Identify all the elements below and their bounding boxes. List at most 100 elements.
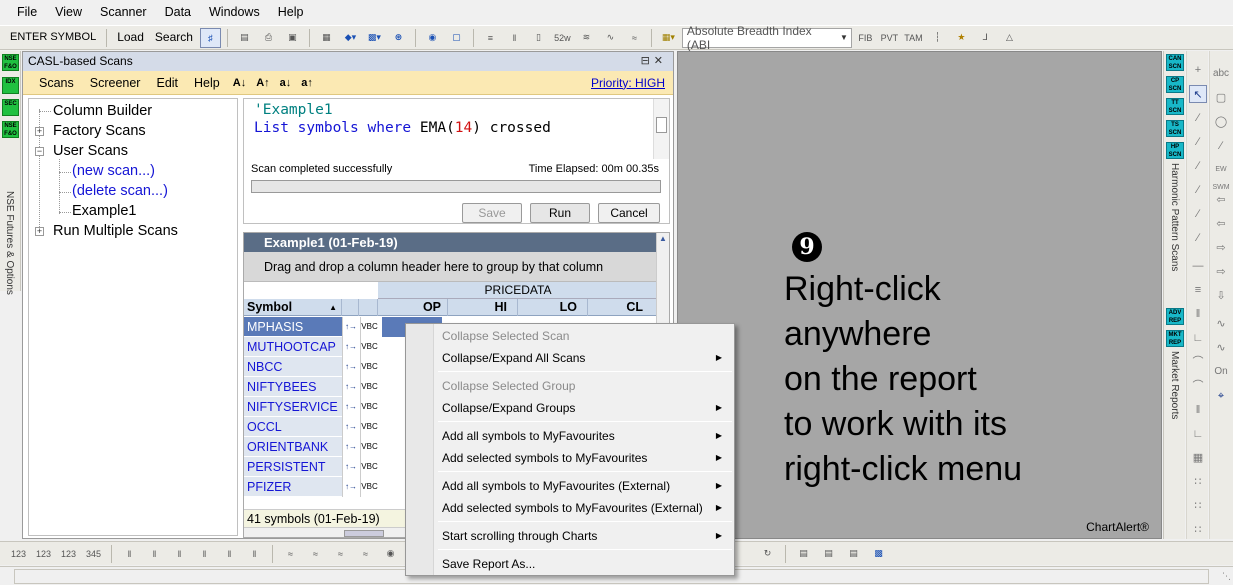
horizontal-lines-icon[interactable]: ≡: [1189, 281, 1207, 299]
header-cl[interactable]: CL: [588, 299, 658, 316]
arc-icon[interactable]: ⌒: [1189, 353, 1207, 371]
adv-rep-badge[interactable]: ADV REP: [1166, 308, 1184, 325]
tree-user-scans[interactable]: User Scans: [53, 141, 128, 161]
on-toggle[interactable]: On: [1212, 363, 1230, 381]
nse-futures-label[interactable]: NSE Futures & Options: [4, 191, 15, 295]
chart-type-icon[interactable]: ▦: [316, 28, 337, 48]
text-abc-tool[interactable]: abc: [1212, 65, 1230, 83]
header-hi[interactable]: HI: [448, 299, 518, 316]
header-lo[interactable]: LO: [518, 299, 588, 316]
cp-scn-badge[interactable]: CP SCN: [1166, 76, 1184, 93]
vbc-link-icon[interactable]: VBC: [360, 357, 378, 377]
arcs-icon[interactable]: ⌒: [1189, 377, 1207, 395]
dots-2-icon[interactable]: ∷: [1189, 497, 1207, 515]
nse-fo-badge[interactable]: NSE F&O: [2, 54, 19, 71]
pattern-icon[interactable]: ≋: [576, 28, 597, 48]
hp-scn-badge[interactable]: HP SCN: [1166, 142, 1184, 159]
tas-icon[interactable]: ★: [951, 28, 972, 48]
row-symbol[interactable]: NIFTYSERVICE: [244, 397, 342, 417]
font-decrease-icon[interactable]: A↓: [228, 77, 251, 89]
nse-fo-badge-2[interactable]: NSE F&O: [2, 121, 19, 138]
window-icon[interactable]: ▢: [446, 28, 467, 48]
row-symbol[interactable]: NIFTYBEES: [244, 377, 342, 397]
bars-6-icon[interactable]: ‖: [244, 544, 265, 564]
menu-data[interactable]: Data: [156, 5, 200, 19]
preview-icon[interactable]: ▣: [282, 28, 303, 48]
small-font-decrease-icon[interactable]: a↓: [275, 77, 297, 89]
wave-icon[interactable]: ∿: [1212, 315, 1230, 333]
row-symbol[interactable]: ORIENTBANK: [244, 437, 342, 457]
vbc-link-icon[interactable]: VBC: [360, 337, 378, 357]
casl-menu-edit[interactable]: Edit: [148, 76, 186, 90]
chart-link-icon[interactable]: ↑→: [342, 457, 359, 477]
chart-link-icon[interactable]: ↑→: [342, 437, 359, 457]
indicator-icon[interactable]: ◆▾: [340, 28, 361, 48]
vertical-lines-icon[interactable]: ‖: [1189, 305, 1207, 323]
parallel-icon[interactable]: ∕: [1189, 229, 1207, 247]
ew-swm-tool[interactable]: EW SWM: [1212, 161, 1230, 191]
font-increase-icon[interactable]: A↑: [251, 77, 274, 89]
report-icon[interactable]: ▤: [793, 544, 814, 564]
tree-run-multiple-scans[interactable]: Run Multiple Scans: [53, 221, 178, 241]
channel-icon[interactable]: ∕: [1189, 181, 1207, 199]
resize-grip-icon[interactable]: ⋱: [1222, 571, 1231, 582]
arrow-right-2-icon[interactable]: ⇨: [1212, 263, 1230, 281]
code-area[interactable]: 'Example1 List symbols where EMA(14) cro…: [254, 101, 551, 137]
scale-4-icon[interactable]: ≈: [355, 544, 376, 564]
refresh-icon[interactable]: ↻: [757, 544, 778, 564]
tree-column-builder[interactable]: Column Builder: [53, 101, 152, 121]
vbc-link-icon[interactable]: VBC: [360, 317, 378, 337]
fan-icon[interactable]: ∟: [1189, 425, 1207, 443]
arrow-left-2-icon[interactable]: ⇦: [1212, 215, 1230, 233]
triangle-icon[interactable]: △: [999, 28, 1020, 48]
chart-area[interactable]: 9 Right-click anywhere on the report to …: [677, 51, 1162, 539]
dots-icon[interactable]: ∷: [1189, 473, 1207, 491]
chart-link-icon[interactable]: ↑→: [342, 397, 359, 417]
vbc-link-icon[interactable]: VBC: [360, 377, 378, 397]
oscillator-icon[interactable]: ≈: [624, 28, 645, 48]
tree-factory-scans[interactable]: Factory Scans: [53, 121, 146, 141]
header-symbol[interactable]: Symbol ▲: [244, 299, 342, 316]
search-button[interactable]: Search: [151, 27, 197, 48]
bar-count-icon[interactable]: 123: [33, 544, 54, 564]
horizontal-line-icon[interactable]: —: [1189, 257, 1207, 275]
context-menu-item[interactable]: Save Report As...: [442, 553, 732, 575]
indicator-select[interactable]: Absolute Breadth Index (ABI ▼: [681, 24, 852, 52]
sec-badge[interactable]: SEC: [2, 99, 19, 116]
context-menu-item[interactable]: Add selected symbols to MyFavourites ▶: [442, 447, 732, 469]
moving-avg-icon[interactable]: ∿: [600, 28, 621, 48]
list-icon[interactable]: ≡: [480, 28, 501, 48]
auto-fibo-icon[interactable]: FIB: [855, 28, 876, 48]
editor-scrollbar[interactable]: [653, 99, 669, 159]
bars-4-icon[interactable]: ‖: [194, 544, 215, 564]
cancel-button[interactable]: Cancel: [598, 203, 660, 223]
scale-2-icon[interactable]: ≈: [305, 544, 326, 564]
menu-scanner[interactable]: Scanner: [91, 5, 156, 19]
crosshair-icon[interactable]: +: [1189, 61, 1207, 79]
vbc-link-icon[interactable]: VBC: [360, 397, 378, 417]
print-icon[interactable]: ⎙: [258, 28, 279, 48]
arrow-right-icon[interactable]: ⇨: [1212, 239, 1230, 257]
save-icon[interactable]: ▤: [234, 28, 255, 48]
bar-count-3-icon[interactable]: 345: [83, 544, 104, 564]
pin-close-icons[interactable]: ⊟✕: [641, 52, 667, 71]
menu-windows[interactable]: Windows: [200, 5, 269, 19]
chart-link-icon[interactable]: ↑→: [342, 377, 359, 397]
menu-file[interactable]: File: [8, 5, 46, 19]
ts-scn-badge[interactable]: TS SCN: [1166, 120, 1184, 137]
bars-3-icon[interactable]: ‖: [169, 544, 190, 564]
save-button[interactable]: Save: [462, 203, 522, 223]
bookmark-icon[interactable]: ⌖: [1212, 387, 1230, 405]
bars-icon[interactable]: ‖: [504, 28, 525, 48]
header-op[interactable]: OP: [378, 299, 448, 316]
context-menu-item[interactable]: Start scrolling through Charts ▶: [442, 525, 732, 547]
scale-3-icon[interactable]: ≈: [330, 544, 351, 564]
sl-line-2-icon[interactable]: ∕: [1189, 157, 1207, 175]
candle-glyph-icon[interactable]: ┆: [927, 28, 948, 48]
scan-report-icon[interactable]: ▩: [868, 544, 889, 564]
vbc-link-icon[interactable]: VBC: [360, 437, 378, 457]
dots-3-icon[interactable]: ∷: [1189, 521, 1207, 539]
tt-scn-badge[interactable]: TT SCN: [1166, 98, 1184, 115]
bar-count-2-icon[interactable]: 123: [58, 544, 79, 564]
bar-count-123-icon[interactable]: 123: [8, 544, 29, 564]
